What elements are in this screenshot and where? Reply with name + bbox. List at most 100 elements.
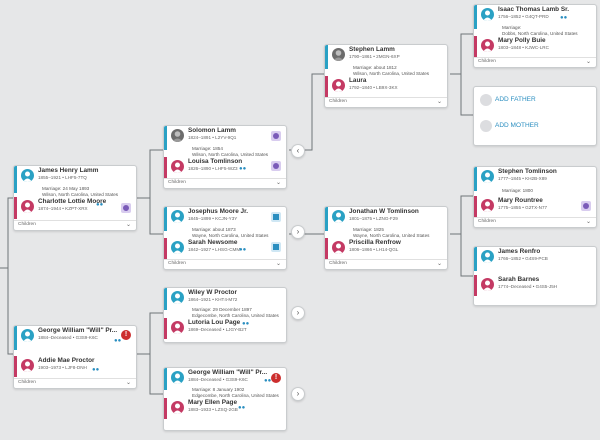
wife-box[interactable]: Lutoria Lou Page 1869–Deceased • LJGY-B2…: [164, 318, 286, 339]
expand-right-arrow-icon[interactable]: ›: [291, 225, 305, 239]
record-hint-icon[interactable]: [271, 212, 281, 222]
alert-icon[interactable]: !: [271, 373, 281, 383]
record-hint-icon[interactable]: [271, 161, 281, 171]
wife-box[interactable]: Charlotte Lottie Moore 1874–1944 • KZPT-…: [14, 197, 136, 219]
husband-name[interactable]: Isaac Thomas Lamb Sr.: [498, 6, 569, 13]
person-placeholder-icon: [480, 94, 492, 106]
children-toggle[interactable]: Children ⌄: [14, 220, 136, 230]
children-toggle[interactable]: Children ⌄: [474, 57, 596, 67]
husband-name[interactable]: Jonathan W Tomlinson: [349, 208, 419, 215]
children-toggle[interactable]: Children ⌄: [325, 259, 447, 269]
husband-dates: 1801–1875 • LZNG-F29: [349, 216, 398, 221]
family-card-james-renfro[interactable]: James Renfro 1766–1852 • G4S9-PCB Sarah …: [473, 246, 597, 306]
wife-name[interactable]: Sarah Barnes: [498, 276, 539, 283]
children-toggle[interactable]: Children ⌄: [325, 97, 447, 107]
relatives-icon[interactable]: ●●: [239, 247, 246, 253]
wife-box[interactable]: Addie Mae Proctor 1903–1973 • LJF8-DNH: [14, 356, 136, 377]
wife-box[interactable]: Laura 1792–1840 • LB9X-3KX: [325, 76, 447, 97]
wife-box[interactable]: Priscilla Renfrow 1806–1866 • LH14-QGL: [325, 238, 447, 259]
husband-name[interactable]: Wiley W Proctor: [188, 289, 237, 296]
relatives-icon[interactable]: ●●: [96, 202, 103, 208]
wife-box[interactable]: Mary Ellen Page 1883–1933 • LZSQ-2GB: [164, 398, 286, 419]
wife-name[interactable]: Sarah Newsome: [188, 239, 237, 246]
family-card-george-proctor-spouse[interactable]: George William "Will" Pr... 1884–Decease…: [163, 367, 287, 431]
wife-box[interactable]: Mary Rountree 1775–1855 • G2TX-N77: [474, 196, 596, 217]
family-card-solomon-lamm[interactable]: Solomon Lamm 1824–1891 • L2YV-9Q1 Marria…: [163, 125, 287, 189]
relatives-icon[interactable]: ●●: [264, 378, 271, 384]
family-card-stephen-tomlinson[interactable]: Stephen Tomlinson 1777–1845 • KH2B-X89 M…: [473, 166, 597, 228]
female-avatar-icon: [481, 199, 494, 212]
family-card-wiley-proctor[interactable]: Wiley W Proctor 1864–1921 • KHT4-M72 Mar…: [163, 287, 287, 343]
wife-name[interactable]: Laura: [349, 77, 366, 84]
alert-icon[interactable]: !: [121, 330, 131, 340]
wife-name[interactable]: Addie Mae Proctor: [38, 357, 94, 364]
family-card-george-proctor[interactable]: George William "Will" Pr... 1884–Decease…: [13, 325, 137, 389]
husband-name[interactable]: George William "Will" Pr...: [188, 369, 267, 376]
husband-box[interactable]: James Renfro 1766–1852 • G4S9-PCB: [474, 247, 596, 271]
children-toggle[interactable]: Children ⌄: [164, 259, 286, 269]
expand-right-arrow-icon[interactable]: ›: [291, 387, 305, 401]
husband-dates: 1884–Deceased • G3S9-K6C: [38, 335, 98, 340]
wife-dates: 1842–1927 • LHSG-CMM: [188, 247, 241, 252]
marriage-info: Marriage: 1800: [502, 188, 533, 193]
record-hint-icon[interactable]: [271, 242, 281, 252]
children-toggle[interactable]: Children ⌄: [164, 178, 286, 188]
wife-name[interactable]: Mary Ellen Page: [188, 399, 237, 406]
person-placeholder-icon: [480, 120, 492, 132]
wife-name[interactable]: Priscilla Renfrow: [349, 239, 401, 246]
children-toggle[interactable]: Children ⌄: [474, 217, 596, 227]
family-card-jonathan-tomlinson[interactable]: Jonathan W Tomlinson 1801–1875 • LZNG-F2…: [324, 206, 448, 270]
wife-box[interactable]: Sarah Newsome 1842–1927 • LHSG-CMM: [164, 238, 286, 259]
wife-dates: 1874–1944 • KZPT-XRX: [38, 206, 88, 211]
record-hint-icon[interactable]: [581, 201, 591, 211]
husband-name[interactable]: Stephen Tomlinson: [498, 168, 557, 175]
relatives-icon[interactable]: ●●: [239, 166, 246, 172]
expand-right-arrow-icon[interactable]: ›: [291, 306, 305, 320]
family-card-josephus-moore[interactable]: Josephus Moore Jr. 1845–1899 • KCJN-Y3Y …: [163, 206, 287, 270]
wife-box[interactable]: Mary Polly Buie 1803–1848 • KJWC-LRC: [474, 36, 596, 57]
male-avatar-icon: [171, 210, 184, 223]
female-avatar-icon: [21, 200, 34, 213]
male-avatar-icon: [21, 329, 34, 342]
wife-box[interactable]: Louisa Tomlinson 1826–1890 • LHF5-WZ3: [164, 157, 286, 178]
wife-name[interactable]: Mary Rountree: [498, 197, 543, 204]
husband-dates: 1756–1852 • G4QT-PRD: [498, 14, 549, 19]
add-parents-card: ADD FATHER ADD MOTHER: [473, 86, 597, 146]
wife-name[interactable]: Lutoria Lou Page: [188, 319, 240, 326]
chevron-down-icon: ⌄: [125, 222, 131, 228]
relatives-icon[interactable]: ●●: [92, 367, 99, 373]
children-toggle[interactable]: Children ⌄: [14, 378, 136, 388]
marriage-info: Marriage: 1854 Wilson, North Carolina, Un…: [192, 146, 269, 157]
relatives-icon[interactable]: ●●: [114, 338, 121, 344]
female-avatar-icon: [481, 39, 494, 52]
marriage-info: Marriage: about 1873 Wayne, North Carolin…: [192, 227, 269, 238]
husband-box[interactable]: Stephen Tomlinson 1777–1845 • KH2B-X89: [474, 167, 596, 191]
marriage-info: Marriage: Dobbs, North Carolina, United S…: [502, 25, 578, 36]
wife-dates: 1806–1866 • LH14-QGL: [349, 247, 399, 252]
chevron-down-icon: ⌄: [436, 99, 442, 105]
wife-box[interactable]: Sarah Barnes 1774–Deceased • G4S5-J5H: [474, 275, 596, 296]
husband-dates: 1790–1861 • 2MGN-6XP: [349, 54, 400, 59]
family-card-isaac-lamb[interactable]: Isaac Thomas Lamb Sr. 1756–1852 • G4QT-P…: [473, 4, 597, 68]
male-avatar-icon: [481, 8, 494, 21]
husband-name[interactable]: Solomon Lamm: [188, 127, 236, 134]
husband-name[interactable]: Stephen Lamm: [349, 46, 395, 53]
family-card-james-henry-lamm[interactable]: James Henry Lamm 1855–1921 • LHF5-7TQ Ma…: [13, 165, 137, 231]
record-hint-icon[interactable]: [121, 203, 131, 213]
family-card-stephen-lamm[interactable]: Stephen Lamm 1790–1861 • 2MGN-6XP Marria…: [324, 44, 448, 108]
husband-name[interactable]: James Henry Lamm: [38, 167, 98, 174]
relatives-icon[interactable]: ●●: [238, 405, 245, 411]
husband-dates: 1884–Deceased • G3S9-K6C: [188, 377, 248, 382]
husband-name[interactable]: George William "Will" Pr...: [38, 327, 117, 334]
record-hint-icon[interactable]: [271, 131, 281, 141]
relatives-icon[interactable]: ●●: [242, 321, 249, 327]
husband-name[interactable]: James Renfro: [498, 248, 540, 255]
husband-dates: 1864–1921 • KHT4-M72: [188, 297, 238, 302]
wife-name[interactable]: Louisa Tomlinson: [188, 158, 242, 165]
relatives-icon[interactable]: ●●: [560, 15, 567, 21]
husband-name[interactable]: Josephus Moore Jr.: [188, 208, 248, 215]
wife-name[interactable]: Mary Polly Buie: [498, 37, 546, 44]
marriage-info: Marriage: 24 May 1893 Wilson, North Carol…: [42, 186, 119, 197]
male-avatar-icon: [171, 371, 184, 384]
collapse-left-arrow-icon[interactable]: ‹: [291, 144, 305, 158]
